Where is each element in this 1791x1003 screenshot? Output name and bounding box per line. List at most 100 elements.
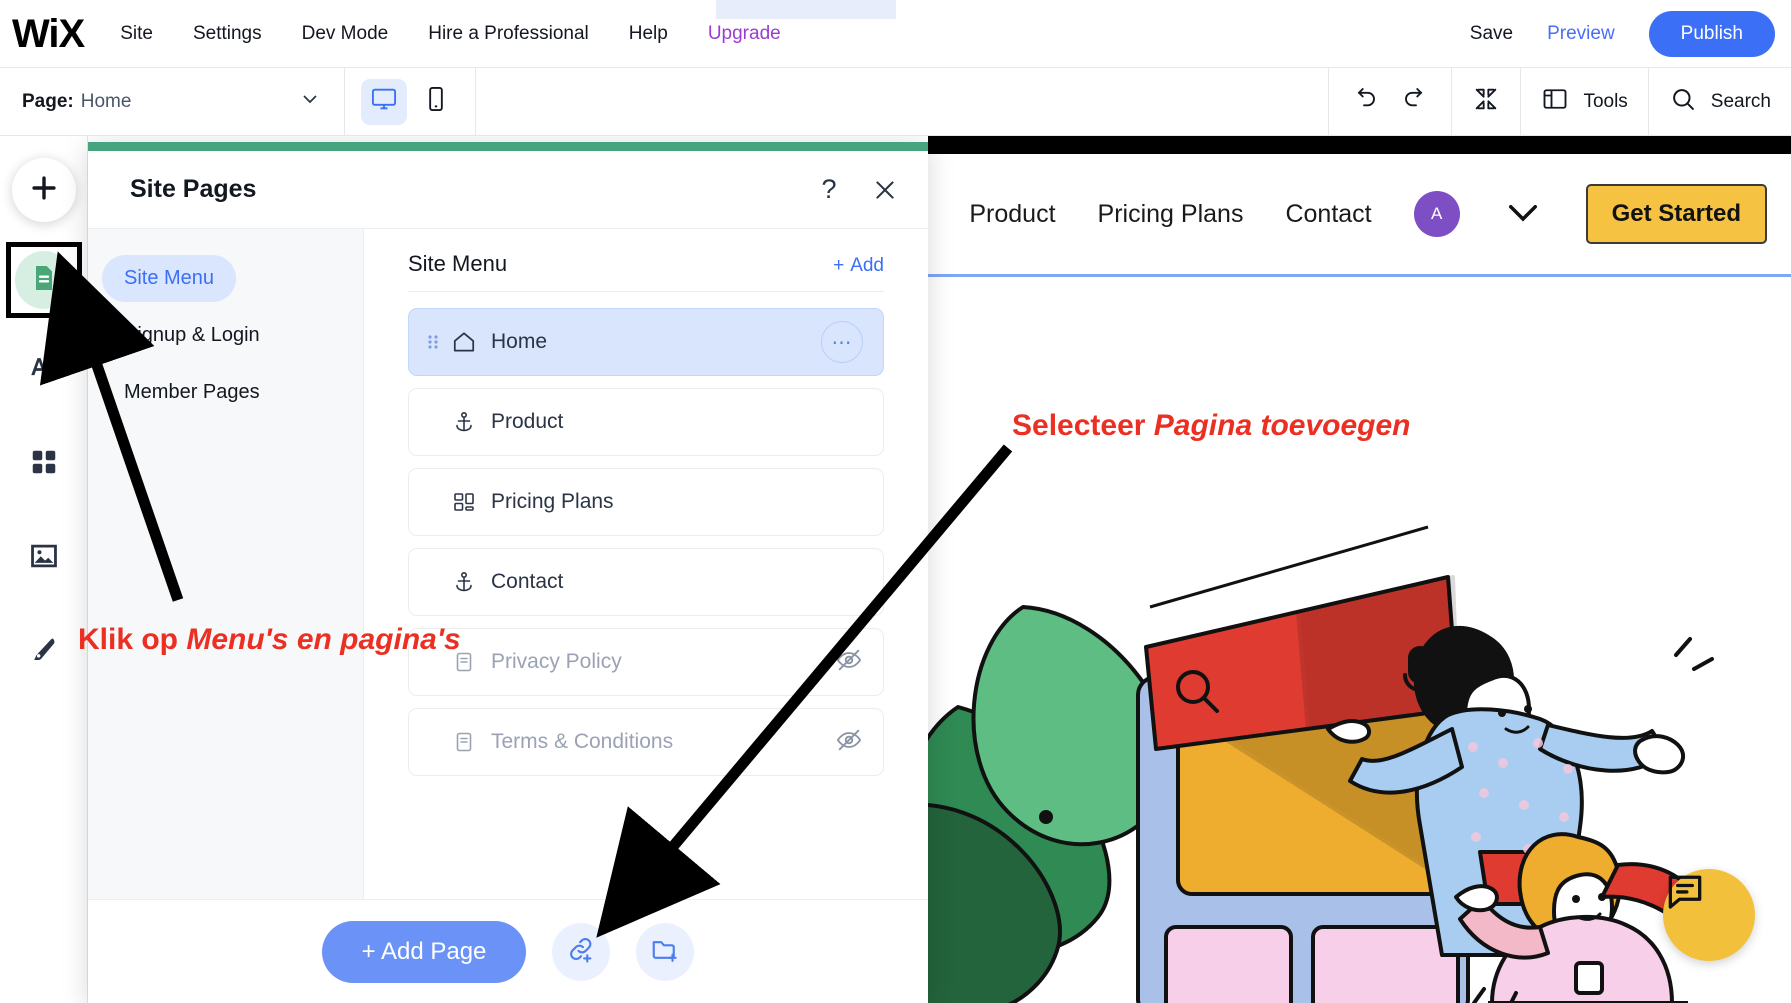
sidebar-item-media[interactable] (10, 524, 78, 592)
editor-toolbar: Page: Home (0, 68, 1791, 136)
tab-site-menu[interactable]: Site Menu (102, 255, 236, 302)
add-folder-button[interactable] (636, 923, 694, 981)
sidebar-item-content-manager[interactable] (10, 618, 78, 686)
view-mode-switch (345, 68, 476, 136)
tools-button[interactable]: Tools (1541, 85, 1627, 119)
page-list-title: Site Menu (408, 251, 507, 277)
pages-icon-wrap (15, 251, 73, 309)
page-selector[interactable]: Page: Home (0, 68, 345, 136)
wix-logo[interactable]: WiX (12, 14, 84, 54)
apps-icon-wrap (15, 435, 73, 493)
page-row-terms-conditions[interactable]: Terms & Conditions (408, 708, 884, 776)
hidden-eye-icon[interactable] (835, 726, 863, 759)
add-folder-icon (650, 934, 680, 969)
page-selector-value: Home (81, 91, 132, 113)
plus-icon (27, 171, 61, 210)
panel-header: Site Pages ? (88, 151, 928, 229)
preview-button[interactable]: Preview (1547, 23, 1615, 45)
add-elements-button[interactable] (12, 158, 76, 222)
page-label: Pricing Plans (491, 490, 614, 514)
panel-layout-icon (1541, 85, 1569, 119)
media-icon-wrap (15, 529, 73, 587)
page-row-product[interactable]: Product (408, 388, 884, 456)
site-pages-panel: Site Pages ? Site Menu Signup & Login Me… (88, 142, 928, 1003)
sidebar-item-pages[interactable] (6, 242, 82, 318)
page-label: Privacy Policy (491, 650, 622, 674)
plus-icon: + (833, 255, 844, 277)
tab-signup-login[interactable]: Signup & Login (102, 312, 282, 359)
side-row-signup-login: Signup & Login (88, 312, 363, 369)
panel-body: Site Menu Signup & Login Member Pages Si… (88, 229, 928, 899)
site-canvas: Product Pricing Plans Contact A Get Star… (928, 136, 1791, 1003)
drag-handle-icon[interactable] (427, 332, 443, 352)
search-label: Search (1711, 91, 1771, 113)
apps-icon (29, 447, 59, 482)
canvas-top-strip (928, 136, 1791, 154)
zoom-out-button[interactable] (1472, 85, 1500, 118)
chevron-down-icon[interactable] (1502, 191, 1544, 238)
topnav-hire-a-professional[interactable]: Hire a Professional (428, 23, 589, 45)
redo-button[interactable] (1401, 84, 1431, 119)
search-group: Search (1648, 68, 1791, 136)
hero-illustration (928, 277, 1791, 1003)
add-link-button[interactable] (552, 923, 610, 981)
page-list: Home ⋯ Product (408, 292, 884, 899)
desktop-icon (370, 85, 398, 118)
editor-top-bar: WiX Site Settings Dev Mode Hire a Profes… (0, 0, 1791, 68)
undo-button[interactable] (1349, 84, 1379, 119)
anchor-icon (447, 570, 481, 594)
close-icon[interactable] (870, 175, 900, 205)
topnav-settings[interactable]: Settings (193, 23, 262, 45)
save-button[interactable]: Save (1470, 23, 1513, 45)
page-row-contact[interactable]: Contact (408, 548, 884, 616)
search-button[interactable]: Search (1669, 85, 1771, 119)
widget-grid-icon (447, 490, 481, 514)
sidebar-item-apps[interactable] (10, 430, 78, 498)
avatar[interactable]: A (1414, 191, 1460, 237)
history-group (1328, 68, 1451, 136)
page-row-privacy-policy[interactable]: Privacy Policy (408, 628, 884, 696)
site-header: Product Pricing Plans Contact A Get Star… (928, 154, 1791, 274)
panel-accent-bar (88, 142, 928, 151)
panel-main: Site Menu + Add (364, 229, 928, 899)
hero-illustration-area (928, 277, 1791, 1003)
upgrade-wrapper: Upgrade (708, 23, 781, 45)
redo-icon (1401, 84, 1431, 119)
mobile-icon (422, 85, 450, 118)
topnav-help[interactable]: Help (629, 23, 668, 45)
chat-button[interactable] (1663, 869, 1755, 961)
sidebar-item-site-design[interactable] (10, 336, 78, 404)
publish-button[interactable]: Publish (1649, 11, 1775, 57)
add-menu-item-button[interactable]: + Add (833, 255, 884, 277)
page-row-home[interactable]: Home ⋯ (408, 308, 884, 376)
tools-group: Tools (1520, 68, 1647, 136)
add-page-button[interactable]: + Add Page (322, 921, 527, 983)
mobile-view-button[interactable] (413, 79, 459, 125)
page-more-actions-button[interactable]: ⋯ (821, 321, 863, 363)
page-title: Site Pages (130, 175, 256, 204)
page-label: Contact (491, 570, 563, 594)
topnav-dev-mode[interactable]: Dev Mode (302, 23, 389, 45)
search-icon (1669, 85, 1697, 119)
get-started-button[interactable]: Get Started (1586, 184, 1767, 244)
side-row-site-menu: Site Menu (88, 255, 363, 312)
panel-side-nav: Site Menu Signup & Login Member Pages (88, 229, 364, 899)
desktop-view-button[interactable] (361, 79, 407, 125)
page-list-header: Site Menu + Add (408, 229, 884, 292)
help-icon[interactable]: ? (814, 175, 844, 205)
tab-member-pages[interactable]: Member Pages (102, 369, 282, 416)
panel-header-actions: ? (814, 175, 900, 205)
theme-icon-wrap (15, 341, 73, 399)
page-label: Product (491, 410, 563, 434)
site-nav-contact[interactable]: Contact (1285, 200, 1371, 229)
hidden-eye-icon[interactable] (835, 646, 863, 679)
add-label: Add (850, 255, 884, 277)
site-nav-pricing-plans[interactable]: Pricing Plans (1098, 200, 1244, 229)
page-row-pricing-plans[interactable]: Pricing Plans (408, 468, 884, 536)
topnav-upgrade[interactable]: Upgrade (708, 23, 781, 45)
topnav-site[interactable]: Site (120, 23, 153, 45)
site-nav-product[interactable]: Product (969, 200, 1055, 229)
add-link-icon (566, 934, 596, 969)
media-icon (28, 540, 60, 577)
zoom-out-icon (1472, 85, 1500, 118)
